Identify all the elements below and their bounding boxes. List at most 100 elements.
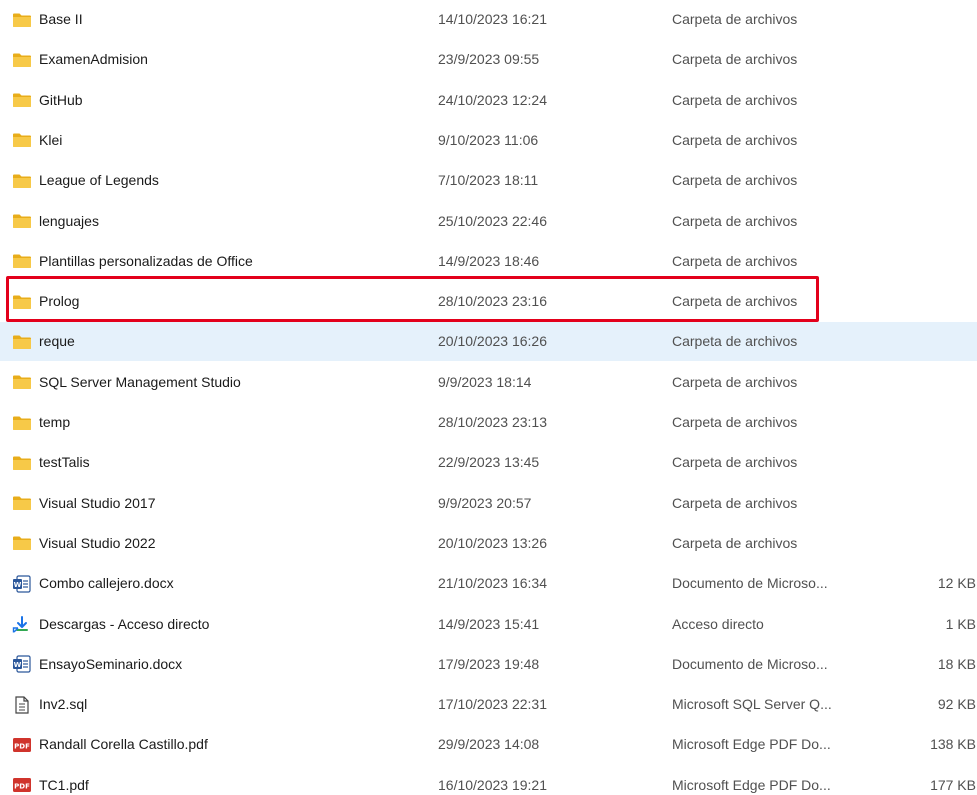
date-modified: 9/10/2023 11:06 [438,131,539,148]
file-name: temp [39,414,71,430]
word-document-icon: W [12,574,32,594]
file-type: Documento de Microso... [672,575,828,592]
folder-icon [12,171,32,191]
folder-icon [12,50,32,70]
file-name: Klei [39,131,63,148]
file-type: Carpeta de archivos [672,333,798,350]
name-cell: W EnsayoSeminario.docx [12,645,422,684]
name-cell: Visual Studio 2022 [12,524,422,563]
file-name: Descargas - Acceso directo [39,615,210,632]
file-row[interactable]: PDF Randall Corella Castillo.pdf 29/9/20… [0,725,977,764]
file-name: Combo callejero.docx [39,575,174,592]
file-row[interactable]: GitHub 24/10/2023 12:24 Carpeta de archi… [0,81,977,120]
file-row[interactable]: Visual Studio 2017 9/9/2023 20:57 Carpet… [0,484,977,523]
folder-icon [12,130,32,150]
date-modified: 17/10/2023 22:31 [438,696,547,713]
date-modified: 14/9/2023 15:41 [438,615,540,632]
file-row[interactable]: League of Legends 7/10/2023 18:11 Carpet… [0,161,977,200]
name-cell: PDF Randall Corella Castillo.pdf [12,725,422,764]
file-type: Acceso directo [672,615,764,632]
file-type: Microsoft SQL Server Q... [672,696,832,713]
file-type: Carpeta de archivos [672,534,798,551]
file-row[interactable]: ExamenAdmision 23/9/2023 09:55 Carpeta d… [0,40,977,79]
file-row[interactable]: lenguajes 25/10/2023 22:46 Carpeta de ar… [0,202,977,241]
file-row[interactable]: W EnsayoSeminario.docx 17/9/2023 19:48 D… [0,645,977,684]
name-cell: lenguajes [12,202,422,241]
svg-text:PDF: PDF [14,742,30,750]
date-modified: 9/9/2023 20:57 [438,494,532,511]
file-row[interactable]: Visual Studio 2022 20/10/2023 13:26 Carp… [0,524,977,563]
file-type: Carpeta de archivos [672,131,798,148]
date-modified: 24/10/2023 12:24 [438,91,547,108]
folder-icon [12,211,32,231]
file-size [896,443,976,482]
file-row[interactable]: W Combo callejero.docx 21/10/2023 16:34 … [0,564,977,603]
date-modified: 21/10/2023 16:34 [438,575,547,592]
file-name: reque [39,333,75,350]
file-type: Carpeta de archivos [672,51,798,68]
name-cell: testTalis [12,443,422,482]
name-cell: SQL Server Management Studio [12,363,422,402]
file-type: Carpeta de archivos [672,373,798,390]
file-size [896,322,976,361]
file-size [896,40,976,79]
file-name: Base II [39,11,83,27]
file-name: testTalis [39,454,90,471]
file-name: SQL Server Management Studio [39,373,241,390]
file-row[interactable]: Prolog 28/10/2023 23:16 Carpeta de archi… [0,282,977,321]
file-size [896,202,976,241]
file-name: EnsayoSeminario.docx [39,655,183,672]
file-size: 1 KB [945,615,976,632]
file-name: TC1.pdf [39,776,89,793]
file-name: GitHub [39,91,83,108]
file-row[interactable]: Plantillas personalizadas de Office 14/9… [0,242,977,281]
svg-text:W: W [14,661,22,669]
name-cell: GitHub [12,81,422,120]
file-size [896,81,976,120]
text-file-icon [12,695,32,715]
file-row[interactable]: testTalis 22/9/2023 13:45 Carpeta de arc… [0,443,977,482]
file-type: Carpeta de archivos [672,454,798,471]
date-modified: 28/10/2023 23:13 [438,414,547,430]
file-name: Visual Studio 2022 [39,534,156,551]
file-type: Carpeta de archivos [672,172,798,189]
file-size: 138 KB [930,736,976,753]
date-modified: 20/10/2023 16:26 [438,333,547,350]
file-type: Microsoft Edge PDF Do... [672,736,831,753]
file-name: lenguajes [39,212,99,229]
file-size: 12 KB [937,575,976,592]
file-row[interactable]: Base II 14/10/2023 16:21 Carpeta de arch… [0,0,977,39]
file-size: 18 KB [937,655,976,672]
file-row[interactable]: PDF TC1.pdf 16/10/2023 19:21 Microsoft E… [0,766,977,795]
svg-text:W: W [14,581,22,589]
file-row[interactable]: Klei 9/10/2023 11:06 Carpeta de archivos [0,121,977,160]
file-row[interactable]: reque 20/10/2023 16:26 Carpeta de archiv… [0,322,977,362]
date-modified: 22/9/2023 13:45 [438,454,540,471]
file-size [896,0,976,39]
file-type: Carpeta de archivos [672,494,798,511]
file-name: ExamenAdmision [39,51,148,68]
file-row[interactable]: Inv2.sql 17/10/2023 22:31 Microsoft SQL … [0,685,977,724]
folder-icon [12,533,32,553]
file-row[interactable]: temp 28/10/2023 23:13 Carpeta de archivo… [0,403,977,442]
file-name: Prolog [39,293,80,310]
file-size: 92 KB [937,696,976,713]
date-modified: 20/10/2023 13:26 [438,534,547,551]
file-row[interactable]: SQL Server Management Studio 9/9/2023 18… [0,363,977,402]
file-name: League of Legends [39,172,159,189]
date-modified: 14/10/2023 16:21 [438,11,547,27]
file-size [896,242,976,281]
file-size [896,161,976,200]
file-type: Carpeta de archivos [672,11,798,27]
name-cell: temp [12,403,422,442]
name-cell: Plantillas personalizadas de Office [12,242,422,281]
date-modified: 17/9/2023 19:48 [438,655,540,672]
file-name: Plantillas personalizadas de Office [39,252,253,269]
date-modified: 29/9/2023 14:08 [438,736,540,753]
file-row[interactable]: Descargas - Acceso directo 14/9/2023 15:… [0,605,977,644]
name-cell: PDF TC1.pdf [12,766,422,795]
date-modified: 14/9/2023 18:46 [438,252,540,269]
pdf-icon: PDF [12,775,32,795]
svg-text:PDF: PDF [14,783,30,791]
pdf-icon: PDF [12,735,32,755]
